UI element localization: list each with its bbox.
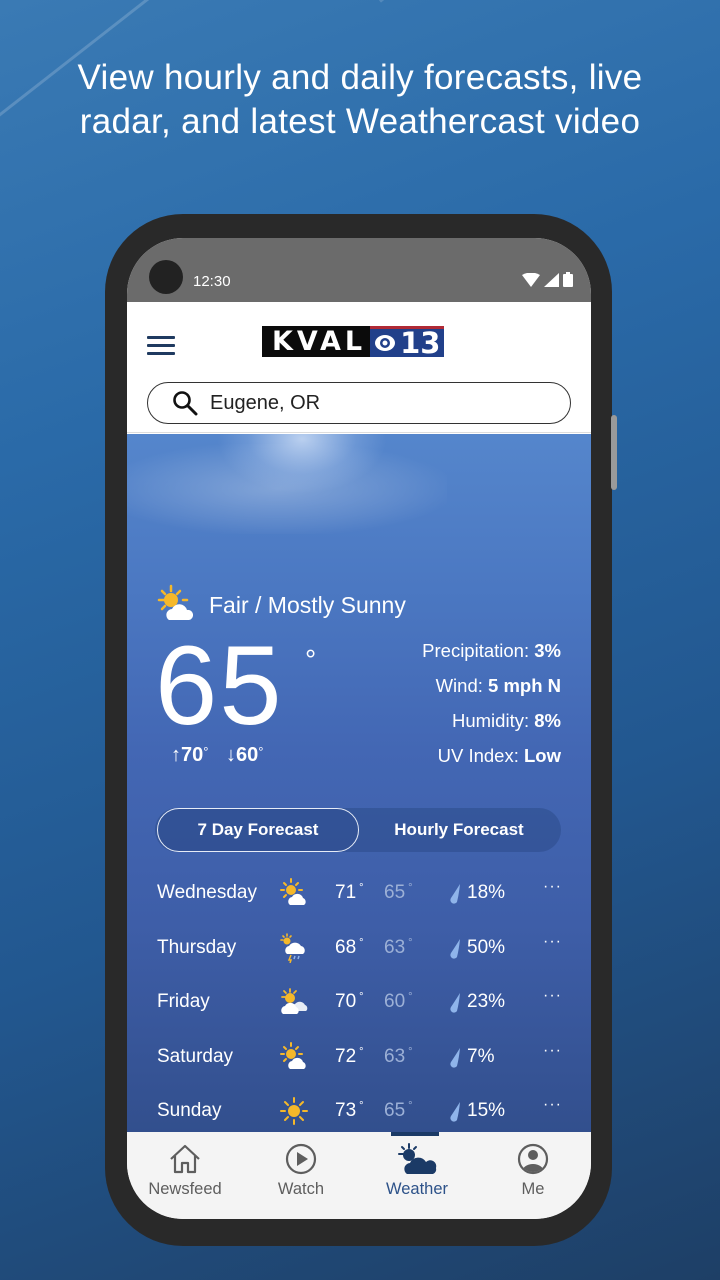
forecast-row[interactable]: Thursday 68 ° 63 ° 50% ··· (157, 933, 567, 988)
forecast-low: 65 ° (384, 1100, 413, 1121)
bottom-nav: Newsfeed Watch Weather Me (127, 1132, 591, 1219)
forecast-toggle: 7 Day Forecast Hourly Forecast (155, 808, 561, 852)
partly-sunny-icon (280, 878, 306, 905)
battery-icon (563, 272, 573, 287)
location-search-input[interactable]: Eugene, OR (147, 382, 571, 424)
more-options-icon[interactable]: ··· (543, 1042, 562, 1060)
detail-wind: Wind: 5 mph N (435, 675, 561, 696)
forecast-low: 65 ° (384, 882, 413, 903)
partly-sunny-icon (157, 584, 194, 620)
high-temp: ↑70 (171, 744, 204, 766)
status-icons (522, 272, 573, 287)
more-options-icon[interactable]: ··· (543, 933, 562, 951)
raindrop-icon (450, 1102, 460, 1122)
mostly-cloudy-icon (281, 988, 308, 1014)
forecast-precip: 23% (467, 991, 506, 1012)
cbs-eye-icon (375, 335, 396, 351)
sky-sun-glow (217, 434, 387, 494)
play-icon (285, 1143, 317, 1175)
forecast-precip: 7% (467, 1045, 495, 1067)
detail-precipitation: Precipitation: 3% (422, 640, 561, 661)
detail-uv-index: UV Index: Low (437, 745, 561, 766)
status-time: 12:30 (193, 273, 231, 290)
more-options-icon[interactable]: ··· (543, 987, 562, 1005)
nav-label: Weather (385, 1180, 449, 1198)
nav-label: Newsfeed (148, 1180, 222, 1198)
forecast-day: Thursday (157, 936, 237, 958)
raindrop-icon (450, 1047, 460, 1068)
forecast-row[interactable]: Sunday 73 ° 65 ° 15% ··· (157, 1096, 567, 1134)
current-condition: Fair / Mostly Sunny (155, 584, 406, 626)
forecast-row[interactable]: Friday 70 ° 60 ° 23% ··· (157, 987, 567, 1042)
promo-line-2: radar, and latest Weathercast video (79, 102, 641, 141)
logo-channel: 13 (370, 326, 445, 360)
channel-number: 13 (400, 326, 441, 360)
low-temp: ↓60 (226, 744, 259, 766)
phone-screen: 12:30 KVAL 13 Eugene, OR Fair / Mostly S… (127, 238, 591, 1219)
raindrop-icon (450, 884, 460, 904)
forecast-precip: 18% (467, 882, 506, 903)
forecast-high: 68 ° (335, 936, 364, 958)
forecast-low: 63 ° (384, 1045, 413, 1067)
hamburger-menu-icon[interactable] (147, 336, 175, 358)
forecast-precip: 50% (467, 936, 506, 958)
nav-me[interactable]: Me (475, 1132, 591, 1219)
home-icon (170, 1144, 200, 1174)
raindrop-icon (450, 938, 460, 959)
forecast-low: 60 ° (384, 991, 413, 1012)
forecast-high: 72 ° (335, 1045, 364, 1067)
signal-icon (544, 273, 559, 287)
forecast-day: Friday (157, 991, 210, 1012)
high-low-temps: ↑70° ↓60° (171, 744, 264, 766)
forecast-day: Wednesday (157, 882, 257, 903)
sunny-icon (280, 1097, 308, 1125)
active-tab-indicator (391, 1132, 439, 1136)
phone-side-button (611, 415, 617, 490)
search-icon (173, 391, 198, 416)
nav-label: Watch (277, 1180, 325, 1198)
app-header: KVAL 13 Eugene, OR (127, 302, 591, 433)
forecast-low: 63 ° (384, 936, 413, 958)
background-decoration (379, 0, 473, 3)
forecast-high: 70 ° (335, 991, 364, 1012)
forecast-row[interactable]: Saturday 72 ° 63 ° 7% ··· (157, 1041, 567, 1097)
partly-sunny-icon (280, 1041, 306, 1069)
nav-newsfeed[interactable]: Newsfeed (127, 1132, 243, 1219)
forecast-high: 71 ° (335, 882, 364, 903)
more-options-icon[interactable]: ··· (543, 1096, 562, 1114)
weather-icon (398, 1143, 437, 1174)
thunderstorm-rain-icon (280, 932, 305, 963)
degree-symbol: ° (305, 644, 317, 675)
promo-line-1: View hourly and daily forecasts, live (77, 58, 643, 97)
forecast-precip: 15% (467, 1100, 506, 1121)
detail-humidity: Humidity: 8% (452, 710, 561, 731)
nav-weather[interactable]: Weather (359, 1132, 475, 1219)
tab-7-day-forecast[interactable]: 7 Day Forecast (157, 808, 359, 852)
forecast-day: Sunday (157, 1100, 222, 1121)
weather-details: Precipitation: 3% Wind: 5 mph N Humidity… (422, 640, 561, 780)
nav-label: Me (521, 1180, 545, 1198)
camera-cutout (149, 260, 183, 294)
promo-headline: View hourly and daily forecasts, live ra… (0, 56, 720, 144)
more-options-icon[interactable]: ··· (543, 878, 562, 896)
logo-text: KVAL (262, 326, 371, 357)
current-temperature: 65 (155, 623, 284, 748)
raindrop-icon (450, 993, 460, 1013)
condition-text: Fair / Mostly Sunny (209, 591, 406, 618)
status-bar: 12:30 (127, 238, 591, 302)
tab-hourly-forecast[interactable]: Hourly Forecast (359, 808, 559, 852)
profile-icon (517, 1143, 549, 1175)
forecast-list: Wednesday 71 ° 65 ° 18% ··· Thursday 68 … (157, 878, 567, 1134)
wifi-icon (522, 273, 540, 287)
forecast-day: Saturday (157, 1045, 234, 1067)
forecast-high: 73 ° (335, 1100, 364, 1121)
forecast-row[interactable]: Wednesday 71 ° 65 ° 18% ··· (157, 878, 567, 933)
kval-logo[interactable]: KVAL 13 (262, 326, 445, 360)
weather-panel: Fair / Mostly Sunny 65 ° ↑70° ↓60° Preci… (127, 434, 591, 1134)
search-value: Eugene, OR (210, 391, 321, 414)
nav-watch[interactable]: Watch (243, 1132, 359, 1219)
